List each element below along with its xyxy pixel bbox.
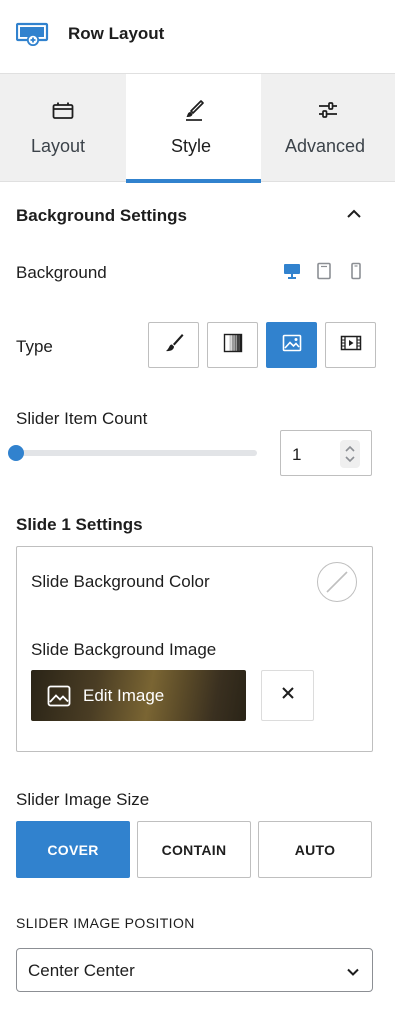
edit-image-label: Edit Image: [83, 686, 165, 705]
row-layout-icon: [15, 22, 50, 47]
background-settings-title: Background Settings: [16, 206, 187, 225]
mobile-icon[interactable]: [347, 262, 365, 280]
slider-count-value: 1: [292, 445, 302, 464]
slide-bg-image-label: Slide Background Image: [31, 640, 217, 659]
background-type-group: [148, 322, 376, 368]
color-swatch-empty-icon[interactable]: [317, 562, 357, 602]
type-video-button[interactable]: [325, 322, 376, 368]
tab-style[interactable]: Style: [126, 74, 261, 183]
tablet-icon[interactable]: [315, 262, 333, 280]
paint-brush-icon: [163, 332, 185, 359]
image-size-group: COVER CONTAIN AUTO: [16, 821, 372, 878]
type-label: Type: [16, 337, 53, 356]
image-position-label: SLIDER IMAGE POSITION: [16, 915, 195, 931]
type-color-button[interactable]: [148, 322, 199, 368]
tab-layout[interactable]: Layout: [0, 74, 126, 182]
remove-image-button[interactable]: [261, 670, 314, 721]
desktop-icon[interactable]: [283, 262, 301, 280]
sliders-icon: [316, 98, 340, 122]
image-position-select[interactable]: Center Center: [16, 948, 373, 992]
tab-bar: Layout Style Advanced: [0, 74, 395, 183]
size-cover-button[interactable]: COVER: [16, 821, 130, 878]
image-icon: [282, 333, 302, 358]
gradient-icon: [223, 333, 243, 358]
panel-title: Row Layout: [68, 24, 165, 43]
close-icon: [281, 686, 295, 705]
background-label: Background: [16, 263, 107, 282]
slide-bg-color-label: Slide Background Color: [31, 572, 210, 591]
number-spinner-icon[interactable]: [340, 440, 360, 468]
slider-count-thumb[interactable]: [8, 445, 24, 461]
size-auto-button[interactable]: AUTO: [258, 821, 372, 878]
video-icon: [340, 334, 362, 357]
tab-label-advanced: Advanced: [285, 136, 366, 156]
type-image-button[interactable]: [266, 322, 317, 368]
chevron-up-icon[interactable]: [345, 207, 363, 221]
image-position-value: Center Center: [28, 961, 135, 980]
type-gradient-button[interactable]: [207, 322, 258, 368]
slide-settings-title: Slide 1 Settings: [16, 515, 143, 534]
edit-image-button[interactable]: Edit Image: [31, 670, 246, 721]
slider-count-track[interactable]: [16, 450, 257, 456]
layout-icon: [51, 98, 75, 122]
slider-count-input[interactable]: 1: [280, 430, 372, 476]
device-switcher: [283, 262, 365, 280]
image-icon: [47, 685, 71, 707]
tab-advanced[interactable]: Advanced: [261, 74, 395, 182]
chevron-down-icon: [346, 965, 360, 977]
slider-count-label: Slider Item Count: [16, 409, 148, 428]
tab-label-style: Style: [171, 136, 212, 156]
brush-icon: [182, 98, 206, 122]
image-size-label: Slider Image Size: [16, 790, 150, 809]
panel-header: Row Layout: [0, 0, 395, 74]
size-contain-button[interactable]: CONTAIN: [137, 821, 251, 878]
tab-label-layout: Layout: [31, 136, 86, 156]
